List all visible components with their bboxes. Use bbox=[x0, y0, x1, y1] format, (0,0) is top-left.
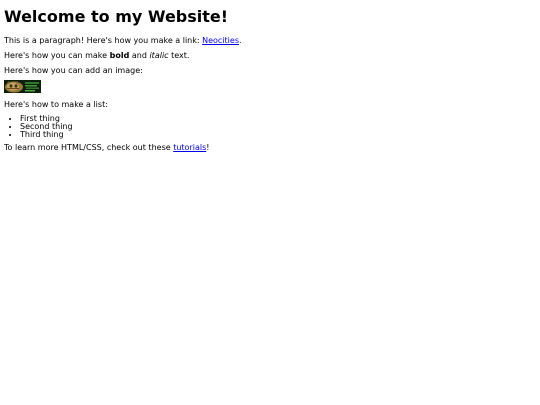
paragraph-formatting: Here's how you can make bold and italic … bbox=[4, 51, 536, 61]
page: Welcome to my Website! This is a paragra… bbox=[0, 0, 540, 405]
paragraph-tutorials: To learn more HTML/CSS, check out these … bbox=[4, 143, 536, 153]
paragraph-image-intro: Here's how you can add an image: bbox=[4, 66, 143, 75]
tutorials-text: To learn more HTML/CSS, check out these bbox=[4, 143, 174, 152]
paragraph-list-intro: Here's how to make a list: bbox=[4, 100, 108, 109]
paragraph-link: This is a paragraph! Here's how you make… bbox=[4, 36, 536, 46]
formatting-text-end: text. bbox=[168, 51, 190, 60]
page-title: Welcome to my Website! bbox=[4, 7, 229, 26]
formatting-text: Here's how you can make bbox=[4, 51, 110, 60]
tutorials-link[interactable]: tutorials bbox=[173, 143, 206, 152]
bullet-list: First thing Second thing Third thing bbox=[4, 115, 536, 139]
paragraph-text: This is a paragraph! Here's how you make… bbox=[4, 36, 203, 45]
bold-text: bold bbox=[109, 51, 130, 60]
italic-text: italic bbox=[149, 51, 169, 60]
paragraph-punctuation: . bbox=[239, 36, 242, 45]
list-item: Second thing bbox=[20, 123, 536, 131]
list-item: Third thing bbox=[20, 131, 536, 139]
tutorials-punctuation: ! bbox=[206, 143, 210, 152]
formatting-text-middle: and bbox=[129, 51, 150, 60]
image-container bbox=[4, 80, 536, 93]
neocities-link[interactable]: Neocities bbox=[202, 36, 239, 45]
site-image-icon bbox=[4, 80, 41, 93]
list-item: First thing bbox=[20, 115, 536, 123]
